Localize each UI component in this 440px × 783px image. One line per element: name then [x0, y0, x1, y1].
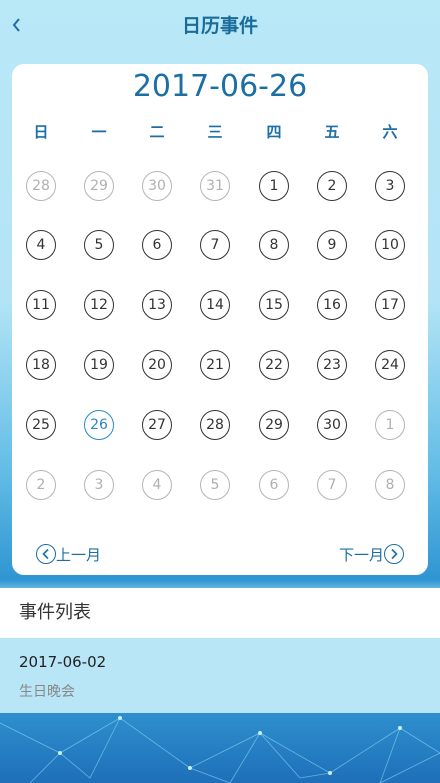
weekday-label: 六 [382, 123, 398, 141]
calendar-day[interactable]: 15 [259, 290, 289, 320]
weekday-label: 二 [149, 123, 165, 141]
calendar-day[interactable]: 6 [142, 230, 172, 260]
calendar-day[interactable]: 7 [200, 230, 230, 260]
prev-month-label: 上一月 [56, 545, 102, 564]
calendar-day-other-month[interactable]: 5 [200, 470, 230, 500]
calendar-day-other-month[interactable]: 1 [375, 410, 405, 440]
circle-chevron-right-icon [384, 544, 404, 564]
calendar-day[interactable]: 17 [375, 290, 405, 320]
background-network-pattern [0, 713, 440, 783]
calendar-day[interactable]: 13 [142, 290, 172, 320]
event-list-item[interactable]: 2017-06-02 生日晚会 [0, 639, 440, 713]
app-header: 日历事件 [0, 0, 440, 52]
calendar-day[interactable]: 4 [26, 230, 56, 260]
weekday-label: 日 [33, 123, 49, 141]
selected-date-display: 2017-06-26 [132, 69, 308, 104]
calendar-day[interactable]: 19 [84, 350, 114, 380]
calendar-day-other-month[interactable]: 6 [259, 470, 289, 500]
calendar-day-other-month[interactable]: 28 [26, 171, 56, 201]
calendar-day-selected[interactable]: 26 [84, 410, 114, 440]
calendar-day[interactable]: 24 [375, 350, 405, 380]
weekday-label: 四 [266, 123, 282, 141]
calendar-day-other-month[interactable]: 3 [84, 470, 114, 500]
calendar-day[interactable]: 29 [259, 410, 289, 440]
calendar-day[interactable]: 12 [84, 290, 114, 320]
calendar-day[interactable]: 3 [375, 171, 405, 201]
calendar-day-other-month[interactable]: 30 [142, 171, 172, 201]
calendar-day-other-month[interactable]: 4 [142, 470, 172, 500]
calendar-card: 2017-06-26 日一二三四五六 28 29 30 31 1 2 3 4 5 6 7 8 9 10 11… [12, 64, 428, 575]
event-list-header: 事件列表 [0, 588, 440, 638]
next-month-label: 下一月 [338, 545, 384, 564]
calendar-day[interactable]: 16 [317, 290, 347, 320]
prev-month-button[interactable]: 上一月 [36, 542, 101, 566]
calendar-day[interactable]: 28 [200, 410, 230, 440]
calendar-day-other-month[interactable]: 29 [84, 171, 114, 201]
calendar-day-other-month[interactable]: 8 [375, 470, 405, 500]
calendar-day[interactable]: 27 [142, 410, 172, 440]
calendar-day[interactable]: 14 [200, 290, 230, 320]
calendar-day[interactable]: 22 [259, 350, 289, 380]
next-month-button[interactable]: 下一月 [339, 542, 404, 566]
calendar-day-other-month[interactable]: 7 [317, 470, 347, 500]
calendar-day[interactable]: 11 [26, 290, 56, 320]
calendar-day[interactable]: 25 [26, 410, 56, 440]
calendar-day[interactable]: 20 [142, 350, 172, 380]
calendar-day[interactable]: 10 [375, 230, 405, 260]
event-date: 2017-06-02 [19, 653, 107, 671]
circle-chevron-left-icon [36, 544, 56, 564]
calendar-day[interactable]: 23 [317, 350, 347, 380]
weekday-label: 五 [324, 123, 340, 141]
calendar-day-other-month[interactable]: 2 [26, 470, 56, 500]
event-name: 生日晚会 [19, 684, 75, 700]
weekday-header-row: 日一二三四五六 [12, 120, 428, 144]
calendar-day[interactable]: 18 [26, 350, 56, 380]
weekday-label: 三 [207, 123, 223, 141]
calendar-day[interactable]: 30 [317, 410, 347, 440]
calendar-day[interactable]: 5 [84, 230, 114, 260]
calendar-day[interactable]: 21 [200, 350, 230, 380]
calendar-day-other-month[interactable]: 31 [200, 171, 230, 201]
page-title: 日历事件 [181, 15, 258, 37]
calendar-day[interactable]: 8 [259, 230, 289, 260]
calendar-day[interactable]: 2 [317, 171, 347, 201]
calendar-day[interactable]: 9 [317, 230, 347, 260]
calendar-day[interactable]: 1 [259, 171, 289, 201]
weekday-label: 一 [91, 123, 107, 141]
